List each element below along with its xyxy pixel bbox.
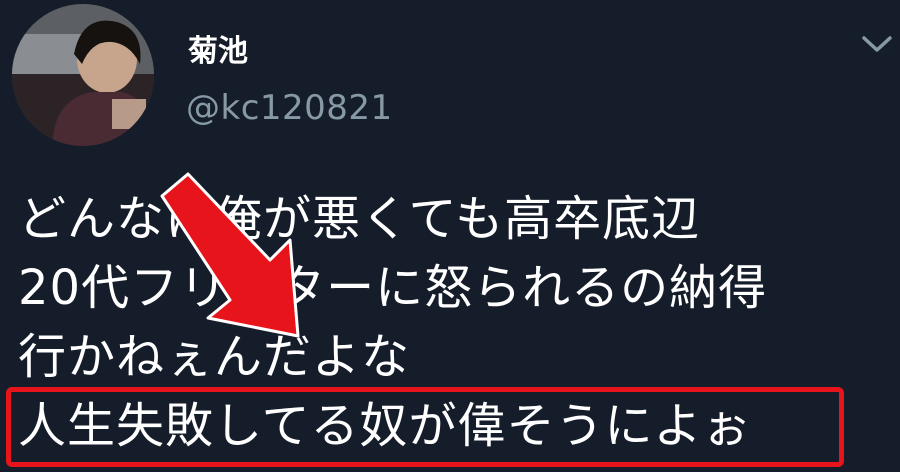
tweet-line: 20代フリーターに怒られるの納得 xyxy=(18,260,768,316)
tweet-card: 菊池 @kc120821 どんなに俺が悪くても高卒底辺 20代フリーターに怒られ… xyxy=(0,0,900,472)
avatar-photo xyxy=(12,4,154,146)
arrow-annotation-icon xyxy=(150,168,320,348)
highlight-box xyxy=(6,387,844,467)
author-name[interactable]: 菊池 xyxy=(188,32,248,72)
author-handle[interactable]: @kc120821 xyxy=(186,86,393,130)
avatar[interactable] xyxy=(12,4,154,146)
tweet-line: どんなに俺が悪くても高卒底辺 xyxy=(18,191,701,247)
chevron-down-icon[interactable] xyxy=(860,30,894,58)
